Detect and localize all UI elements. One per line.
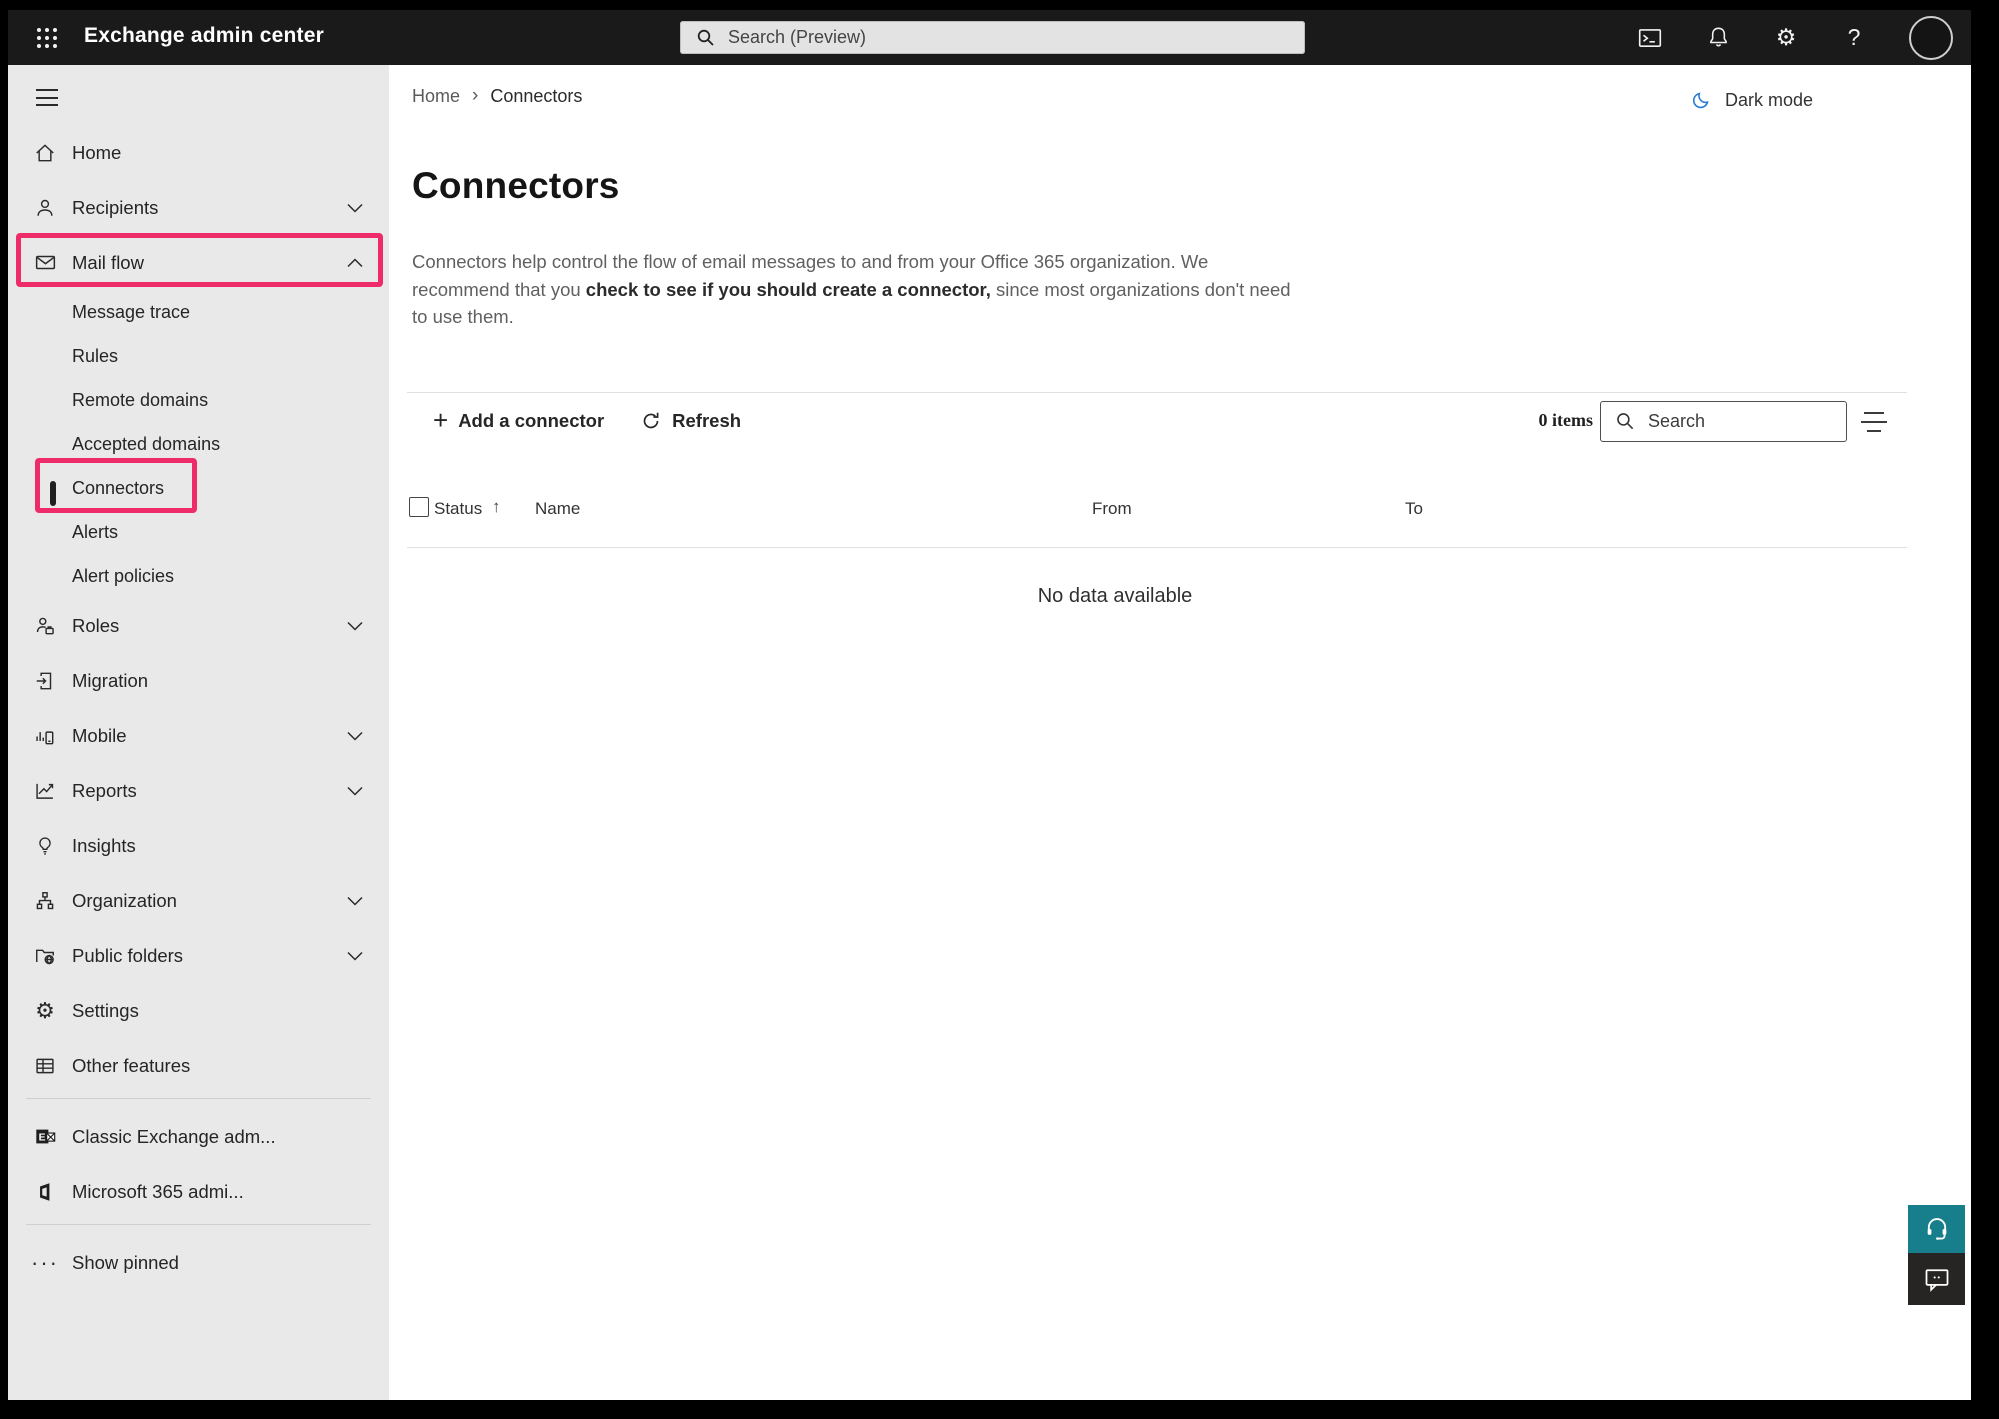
settings-gear-icon[interactable]: ⚙ xyxy=(1773,25,1799,51)
sort-ascending-icon[interactable]: ↑ xyxy=(492,497,501,517)
sidebar-item-insights[interactable]: Insights xyxy=(8,818,389,873)
filter-icon[interactable] xyxy=(1860,412,1888,432)
sidebar-item-microsoft-365-admin[interactable]: Microsoft 365 admi... xyxy=(8,1164,389,1219)
plus-icon: + xyxy=(433,407,448,433)
empty-state-text: No data available xyxy=(389,585,1841,608)
home-icon xyxy=(33,141,57,165)
svg-text:E: E xyxy=(38,1133,45,1144)
chevron-down-icon xyxy=(347,621,363,631)
topbar: Exchange admin center ⚙ xyxy=(8,10,1971,65)
chevron-down-icon xyxy=(347,951,363,961)
migration-icon xyxy=(33,669,57,693)
dark-mode-label: Dark mode xyxy=(1725,90,1813,111)
column-header-name[interactable]: Name xyxy=(535,499,580,519)
sidebar-item-message-trace[interactable]: Message trace xyxy=(8,290,389,334)
sidebar-item-migration[interactable]: Migration xyxy=(8,653,389,708)
dark-mode-toggle[interactable]: Dark mode xyxy=(1691,89,1813,111)
page-description: Connectors help control the flow of emai… xyxy=(412,248,1300,331)
breadcrumb-current: Connectors xyxy=(490,86,582,107)
sidebar-item-other-features[interactable]: Other features xyxy=(8,1038,389,1093)
column-header-to[interactable]: To xyxy=(1405,499,1423,519)
sidebar-item-organization[interactable]: Organization xyxy=(8,873,389,928)
main-content: Home › Connectors Dark mode Connectors C… xyxy=(389,65,1971,1400)
sidebar-divider xyxy=(26,1224,371,1225)
chevron-down-icon xyxy=(347,731,363,741)
ellipsis-icon: ··· xyxy=(33,1251,57,1275)
hamburger-menu-icon[interactable] xyxy=(36,89,58,106)
gear-icon: ⚙ xyxy=(33,999,57,1023)
account-avatar[interactable] xyxy=(1909,16,1953,60)
sidebar-item-alert-policies[interactable]: Alert policies xyxy=(8,554,389,598)
screenshot-frame: Exchange admin center ⚙ xyxy=(0,0,1999,1419)
person-icon xyxy=(33,196,57,220)
sidebar-item-recipients[interactable]: Recipients xyxy=(8,180,389,235)
items-count: 0 items xyxy=(1539,410,1593,431)
create-connector-check-link[interactable]: check to see if you should create a conn… xyxy=(586,279,991,300)
chevron-down-icon xyxy=(347,786,363,796)
sidebar-item-public-folders[interactable]: Public folders xyxy=(8,928,389,983)
sidebar-item-alerts[interactable]: Alerts xyxy=(8,510,389,554)
refresh-button[interactable]: Refresh xyxy=(640,410,741,432)
search-icon xyxy=(1615,411,1636,432)
grid-table-icon xyxy=(33,1054,57,1078)
feedback-button[interactable] xyxy=(1908,1253,1965,1305)
reports-chart-icon xyxy=(33,779,57,803)
moon-icon xyxy=(1691,89,1713,111)
app-window: Exchange admin center ⚙ xyxy=(8,10,1971,1400)
column-header-from[interactable]: From xyxy=(1092,499,1132,519)
column-header-status[interactable]: Status xyxy=(434,499,482,519)
breadcrumb-chevron-icon: › xyxy=(472,85,478,107)
chevron-down-icon xyxy=(347,896,363,906)
sidebar-item-mobile[interactable]: Mobile xyxy=(8,708,389,763)
breadcrumb: Home › Connectors xyxy=(412,85,582,107)
feedback-chat-icon xyxy=(1923,1265,1951,1293)
search-icon xyxy=(696,28,716,48)
global-search-box[interactable] xyxy=(680,21,1305,54)
help-icon[interactable]: ? xyxy=(1841,25,1867,51)
global-search-input[interactable] xyxy=(728,27,1268,48)
table-search-input[interactable] xyxy=(1648,411,1818,432)
mobile-devices-icon xyxy=(33,724,57,748)
toolbar-top-divider xyxy=(407,392,1907,393)
headset-icon xyxy=(1923,1215,1951,1243)
help-support-button[interactable] xyxy=(1908,1205,1965,1253)
select-all-checkbox[interactable] xyxy=(409,497,429,517)
sidebar-item-mail-flow[interactable]: Mail flow xyxy=(8,235,389,290)
mail-icon xyxy=(33,251,57,275)
lightbulb-icon xyxy=(33,834,57,858)
chevron-down-icon xyxy=(347,203,363,213)
sidebar-item-settings[interactable]: ⚙ Settings xyxy=(8,983,389,1038)
app-launcher-waffle-icon[interactable] xyxy=(36,27,58,49)
sidebar-item-home[interactable]: Home xyxy=(8,125,389,180)
add-connector-button[interactable]: + Add a connector xyxy=(433,410,604,433)
folder-globe-icon xyxy=(33,944,57,968)
sidebar-item-remote-domains[interactable]: Remote domains xyxy=(8,378,389,422)
toolbar: + Add a connector Refresh xyxy=(433,401,741,441)
sidebar-item-accepted-domains[interactable]: Accepted domains xyxy=(8,422,389,466)
sidebar-item-classic-exchange[interactable]: E Classic Exchange adm... xyxy=(8,1109,389,1164)
sidebar-item-rules[interactable]: Rules xyxy=(8,334,389,378)
sidebar-nav: Home Recipients Mail flow xyxy=(8,65,389,1400)
app-title: Exchange admin center xyxy=(84,24,324,48)
breadcrumb-home-link[interactable]: Home xyxy=(412,86,460,107)
refresh-icon xyxy=(640,410,662,432)
sidebar-item-show-pinned[interactable]: ··· Show pinned xyxy=(8,1235,389,1290)
roles-person-icon xyxy=(33,614,57,638)
sidebar-item-roles[interactable]: Roles xyxy=(8,598,389,653)
microsoft-365-logo-icon xyxy=(33,1180,57,1204)
selected-item-indicator xyxy=(50,481,56,506)
sidebar-item-connectors[interactable]: Connectors xyxy=(8,466,389,510)
chevron-up-icon xyxy=(347,258,363,268)
page-title: Connectors xyxy=(412,165,620,207)
cloud-shell-icon[interactable] xyxy=(1637,25,1663,51)
table-header-divider xyxy=(407,547,1907,548)
notifications-bell-icon[interactable] xyxy=(1705,25,1731,51)
sidebar-divider xyxy=(26,1098,371,1099)
table-search-box[interactable] xyxy=(1600,401,1847,442)
table-header-row: Status ↑ Name From To xyxy=(389,495,1971,531)
org-chart-icon xyxy=(33,889,57,913)
sidebar-item-reports[interactable]: Reports xyxy=(8,763,389,818)
classic-exchange-logo-icon: E xyxy=(33,1125,57,1149)
